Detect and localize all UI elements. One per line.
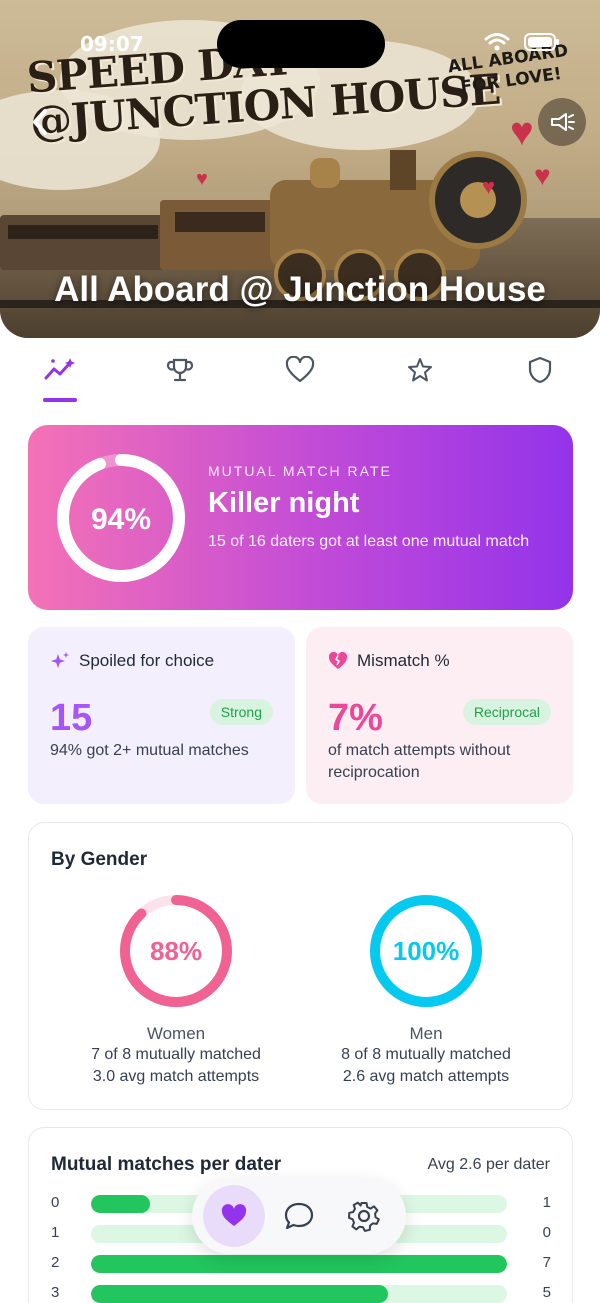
- row-bar-track: [91, 1285, 507, 1303]
- heart-decoration-icon: ♥: [482, 174, 496, 199]
- women-percent: 88%: [150, 936, 202, 966]
- status-badge: Strong: [209, 699, 273, 725]
- match-rate-kicker: MUTUAL MATCH RATE: [208, 463, 392, 479]
- mismatch-description: of match attempts without reciprocation: [328, 742, 511, 781]
- men-percent: 100%: [393, 936, 460, 966]
- mismatch-title: Mismatch %: [357, 651, 450, 670]
- row-count: 0: [542, 1224, 551, 1241]
- mutual-matches-row: 27: [51, 1254, 551, 1274]
- event-hero: SPEED DAT @JUNCTION HOUSE ALL ABOARD FOR…: [0, 0, 600, 338]
- trophy-icon: [166, 358, 194, 382]
- dock-settings-button[interactable]: [333, 1185, 395, 1247]
- women-ring: 88%: [120, 895, 232, 1007]
- gear-icon: [348, 1201, 380, 1232]
- match-rate-ring: 94%: [57, 454, 185, 582]
- row-label: 3: [51, 1284, 60, 1301]
- men-ring: 100%: [370, 895, 482, 1007]
- status-time: 09:07: [80, 32, 144, 56]
- spoiled-title: Spoiled for choice: [79, 651, 215, 670]
- by-gender-card: By Gender 88% Women 7 of 8 mutually matc…: [28, 822, 573, 1110]
- shield-icon: [528, 356, 552, 384]
- women-stats: 88% Women 7 of 8 mutually matched 3.0 av…: [56, 891, 296, 1088]
- spoiled-description: 94% got 2+ mutual matches: [50, 742, 249, 759]
- row-label: 0: [51, 1194, 60, 1211]
- row-label: 1: [51, 1224, 60, 1241]
- camera-notch: [217, 20, 385, 68]
- dock-chat-button[interactable]: [268, 1185, 330, 1247]
- heart-icon: [285, 356, 315, 383]
- mutual-matches-title: Mutual matches per dater: [51, 1154, 282, 1175]
- row-count: 1: [542, 1194, 551, 1211]
- broken-heart-icon: [328, 651, 348, 669]
- heart-decoration-icon: ♥: [534, 160, 551, 191]
- mismatch-value: 7%: [328, 697, 383, 739]
- by-gender-title: By Gender: [51, 849, 148, 870]
- tab-matches[interactable]: [270, 350, 330, 390]
- row-label: 2: [51, 1254, 60, 1271]
- row-bar-fill: [91, 1195, 151, 1213]
- status-badge: Reciprocal: [462, 699, 551, 725]
- event-title: All Aboard @ Junction House: [54, 270, 546, 309]
- heart-icon: [221, 1204, 247, 1226]
- heart-decoration-icon: ♥: [196, 168, 208, 190]
- row-count: 5: [542, 1284, 551, 1301]
- trend-sparkle-icon: [44, 358, 75, 380]
- dock-matches-button[interactable]: [203, 1185, 265, 1247]
- mutual-matches-row: 35: [51, 1284, 551, 1303]
- mismatch-card: Mismatch % 7% Reciprocal of match attemp…: [306, 627, 573, 804]
- men-attempts-line: 2.6 avg match attempts: [342, 1068, 510, 1085]
- mismatch-header: Mismatch %: [328, 651, 450, 671]
- chat-bubble-icon: [284, 1202, 314, 1230]
- active-tab-indicator: [43, 398, 77, 402]
- tab-overview[interactable]: [30, 350, 90, 390]
- megaphone-button[interactable]: [538, 98, 586, 146]
- row-bar-fill: [91, 1255, 507, 1273]
- men-matched-line: 8 of 8 mutually matched: [341, 1046, 511, 1063]
- match-rate-subtext: 15 of 16 daters got at least one mutual …: [208, 533, 530, 550]
- battery-icon: [524, 33, 559, 51]
- tab-favorites[interactable]: [390, 350, 450, 390]
- row-bar-track: [91, 1255, 507, 1273]
- sparkles-icon: [51, 652, 69, 668]
- mutual-match-rate-card: 94% MUTUAL MATCH RATE Killer night 15 of…: [28, 425, 573, 610]
- spoiled-header: Spoiled for choice: [50, 651, 214, 671]
- spoiled-value: 15: [50, 697, 93, 739]
- match-rate-percent: 94%: [91, 503, 151, 536]
- row-bar-fill: [91, 1285, 389, 1303]
- tab-awards[interactable]: [150, 350, 210, 390]
- men-stats: 100% Men 8 of 8 mutually matched 2.6 avg…: [306, 891, 546, 1088]
- wifi-icon: [484, 33, 510, 51]
- spoiled-for-choice-card: Spoiled for choice 15 Strong 94% got 2+ …: [28, 627, 295, 804]
- tab-safety[interactable]: [510, 350, 570, 390]
- section-tabs: [0, 350, 600, 402]
- match-rate-headline: Killer night: [208, 487, 360, 519]
- heart-decoration-icon: ♥: [510, 110, 534, 154]
- women-matched-line: 7 of 8 mutually matched: [91, 1046, 261, 1063]
- men-label: Men: [409, 1024, 443, 1043]
- mutual-matches-average: Avg 2.6 per dater: [427, 1156, 550, 1173]
- chevron-left-icon: [33, 109, 47, 135]
- row-count: 7: [542, 1254, 551, 1271]
- women-attempts-line: 3.0 avg match attempts: [92, 1068, 260, 1085]
- star-icon: [408, 358, 432, 382]
- back-button[interactable]: [18, 100, 62, 144]
- bottom-dock: [192, 1178, 406, 1254]
- megaphone-icon: [551, 113, 575, 131]
- status-icons: [484, 32, 560, 52]
- women-label: Women: [146, 1024, 206, 1043]
